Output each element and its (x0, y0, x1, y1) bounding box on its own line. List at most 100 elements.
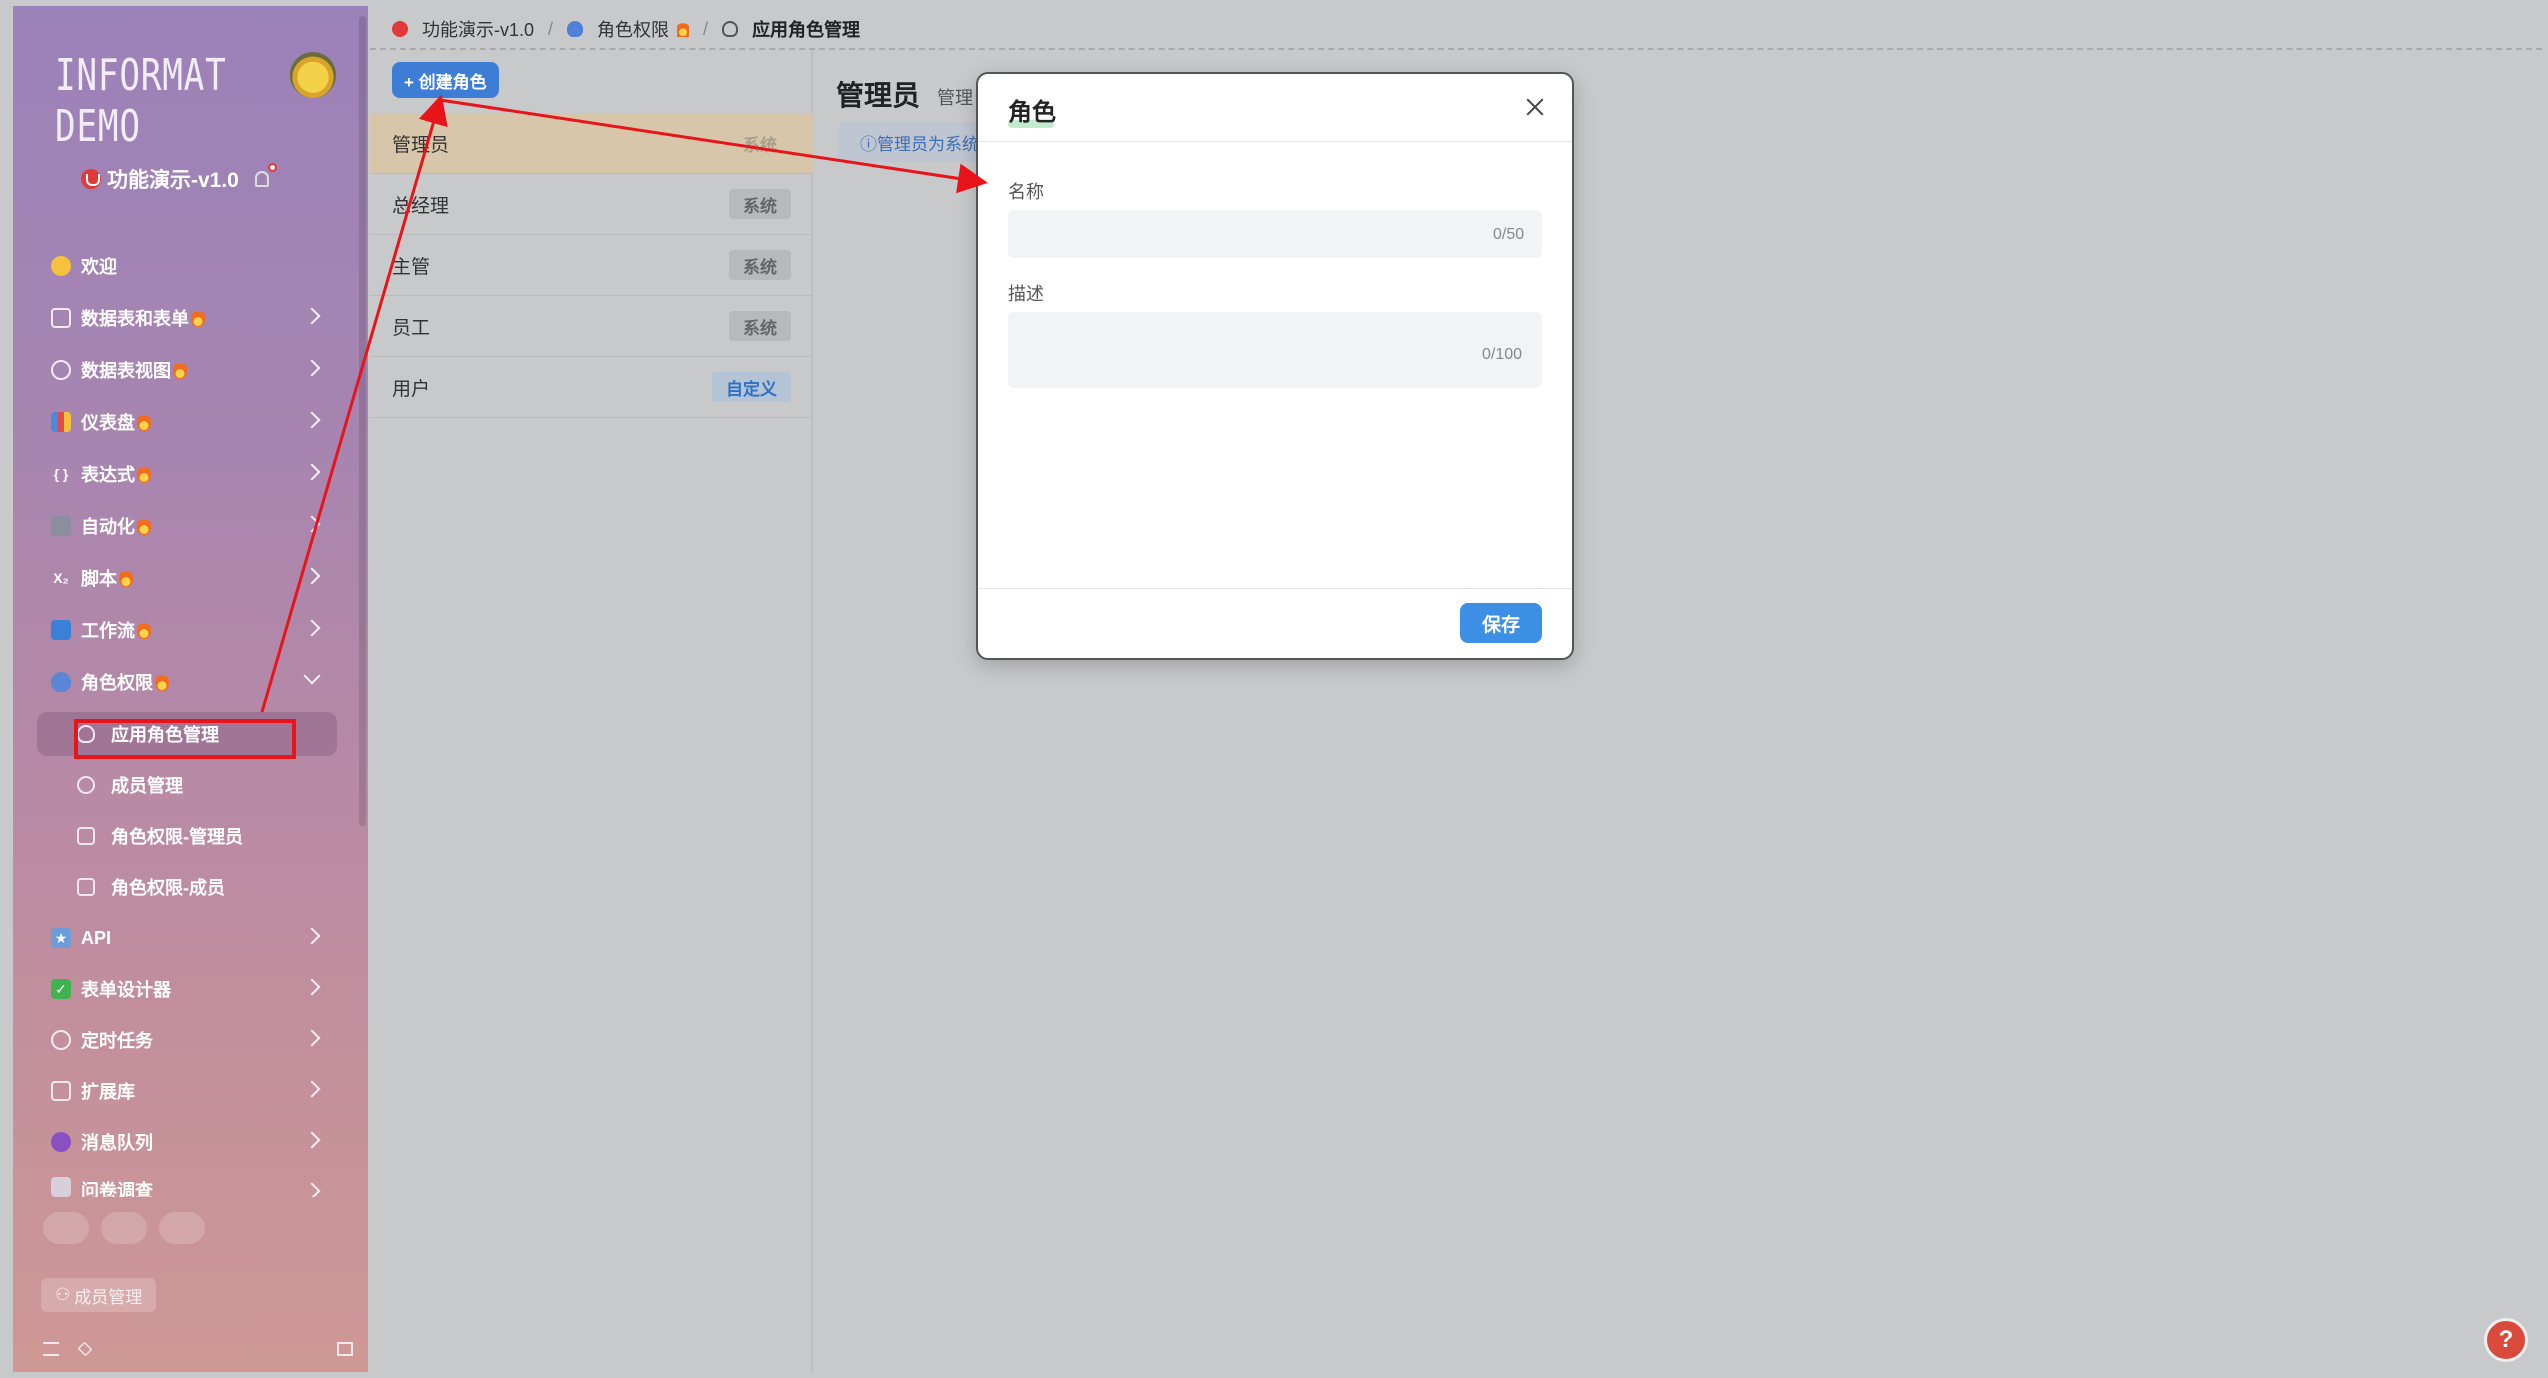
home-icon[interactable] (43, 1212, 89, 1244)
create-role-button[interactable]: + 创建角色 (392, 62, 499, 98)
sidebar-item-queue[interactable]: 消息队列 (13, 1120, 368, 1164)
api-icon: ★ (51, 928, 71, 948)
brand: INFORMAT DEMO (13, 6, 368, 152)
robot-icon (51, 516, 71, 536)
sidebar-subitem-label: 成员管理 (111, 776, 183, 796)
role-detail-title: 管理员 (836, 80, 921, 111)
chevron-right-icon (303, 307, 321, 325)
workflow-icon (51, 620, 71, 640)
close-icon[interactable] (1524, 96, 1546, 118)
help-button[interactable]: ? (2484, 1318, 2528, 1362)
sidebar-item-form-designer[interactable]: ✓ 表单设计器 (13, 967, 368, 1011)
sidebar-footer-icons (43, 1212, 205, 1244)
modal-header: 角色 (978, 74, 1572, 142)
app-icon (392, 21, 408, 37)
role-row[interactable]: 管理员 系统 (370, 113, 813, 174)
brand-logo: INFORMAT DEMO (55, 50, 227, 152)
queue-icon (51, 1132, 71, 1152)
role-row[interactable]: 员工 系统 (370, 296, 813, 357)
fire-icon (137, 517, 151, 535)
fire-icon (137, 465, 151, 483)
role-row[interactable]: 主管 系统 (370, 235, 813, 296)
member-management-chip[interactable]: ⚇ 成员管理 (41, 1278, 157, 1312)
chevron-right-icon (303, 515, 321, 533)
role-detail-info: ⓘ管理员为系统 (838, 122, 998, 162)
description-textarea[interactable] (1008, 312, 1542, 388)
sidebar-item-workflow[interactable]: 工作流 (13, 608, 368, 652)
help-circle-icon[interactable] (159, 1212, 205, 1244)
role-tag: 自定义 (712, 372, 791, 402)
user-icon: ⚇ (55, 1285, 71, 1304)
table-icon (77, 827, 95, 845)
sidebar-item-library[interactable]: 扩展库 (13, 1069, 368, 1113)
role-name: 总经理 (392, 195, 450, 217)
sidebar-subitem-role-admin[interactable]: 角色权限-管理员 (37, 814, 337, 858)
breadcrumb-item[interactable]: 功能演示-v1.0 (422, 16, 534, 42)
sidebar-item-expression[interactable]: { } 表达式 (13, 452, 368, 496)
chevron-right-icon (303, 619, 321, 637)
sidebar-item-scheduled[interactable]: 定时任务 (13, 1018, 368, 1062)
fire-icon (137, 621, 151, 639)
save-button[interactable]: 保存 (1460, 603, 1542, 643)
chevron-right-icon (303, 927, 321, 945)
sidebar-item-tables[interactable]: 数据表和表单 (13, 296, 368, 340)
sidebar-item-dashboard[interactable]: 仪表盘 (13, 400, 368, 444)
sidebar-subitem-label: 角色权限-管理员 (111, 827, 243, 847)
chevron-right-icon (303, 1029, 321, 1047)
pin-icon[interactable] (77, 1341, 93, 1357)
sidebar-item-views[interactable]: 数据表视图 (13, 348, 368, 392)
sidebar: INFORMAT DEMO 功能演示-v1.0 欢迎 数据表和表单 数据表视图 … (13, 6, 368, 1372)
sidebar-subitem-label: 角色权限-成员 (111, 878, 225, 898)
bell-icon[interactable] (254, 163, 277, 187)
sidebar-item-automation[interactable]: 自动化 (13, 504, 368, 548)
sidebar-item-role-permission[interactable]: 角色权限 (13, 660, 368, 704)
fire-icon (119, 569, 133, 587)
name-input[interactable] (1008, 210, 1542, 258)
role-row[interactable]: 用户 自定义 (370, 357, 813, 418)
user-avatar[interactable] (290, 52, 336, 98)
smile-icon (51, 256, 71, 276)
role-detail-subtitle: 管理 (937, 88, 973, 108)
braces-icon: { } (53, 466, 69, 482)
sidebar-item-welcome[interactable]: 欢迎 (13, 244, 368, 288)
annotation-highlight-box (74, 719, 296, 759)
fire-icon (155, 673, 169, 691)
sidebar-item-label: 问卷调查 (81, 1181, 153, 1197)
role-name: 管理员 (392, 134, 450, 156)
collapse-sidebar-icon[interactable] (337, 1342, 353, 1356)
survey-icon (51, 1177, 71, 1197)
role-row[interactable]: 总经理 系统 (370, 174, 813, 235)
chevron-down-icon (303, 667, 321, 685)
check-icon: ✓ (51, 979, 71, 999)
sidebar-item-label: 扩展库 (81, 1082, 135, 1102)
sidebar-subitem-role-member[interactable]: 角色权限-成员 (37, 865, 337, 909)
breadcrumb-current: 应用角色管理 (752, 20, 861, 40)
member-chip-label: 成员管理 (74, 1287, 143, 1307)
sidebar-item-label: 脚本 (81, 569, 117, 589)
sidebar-item-api[interactable]: ★ API (13, 916, 368, 960)
script-icon: X₂ (53, 570, 69, 586)
sidebar-item-script[interactable]: X₂ 脚本 (13, 556, 368, 600)
breadcrumb: 功能演示-v1.0 / 角色权限 / 应用角色管理 (392, 14, 860, 44)
sidebar-item-label: 欢迎 (81, 257, 117, 277)
modal-title: 角色 (1008, 99, 1056, 126)
role-tag: 系统 (743, 135, 777, 155)
chevron-right-icon (303, 463, 321, 481)
sidebar-item-survey[interactable]: 问卷调查 (13, 1171, 368, 1197)
role-name: 主管 (392, 256, 431, 278)
app-switcher[interactable]: 功能演示-v1.0 (81, 163, 277, 194)
fire-icon (191, 309, 205, 327)
breadcrumb-separator: / (548, 18, 554, 39)
sidebar-subitem-members[interactable]: 成员管理 (37, 763, 337, 807)
name-label: 名称 (1008, 182, 1044, 202)
role-tag: 系统 (729, 311, 791, 341)
table-icon (51, 308, 71, 328)
member-icon (77, 776, 95, 794)
sidebar-item-label: 工作流 (81, 621, 135, 641)
chevron-right-icon (303, 567, 321, 585)
menu-icon[interactable] (43, 1342, 59, 1356)
notification-dot (267, 163, 277, 172)
breadcrumb-item[interactable]: 角色权限 (597, 16, 669, 42)
book-icon[interactable] (101, 1212, 147, 1244)
chevron-right-icon (303, 1080, 321, 1098)
